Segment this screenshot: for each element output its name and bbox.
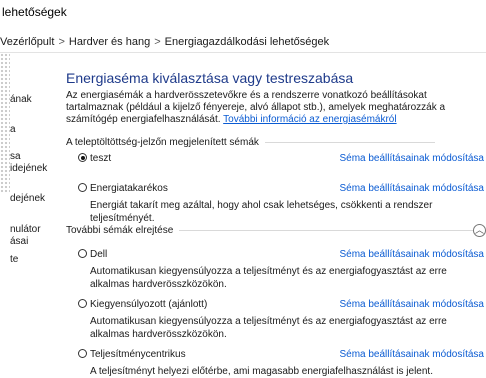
plan-name[interactable]: Kiegyensúlyozott (ajánlott) <box>90 299 207 310</box>
plan-description: A teljesítményt helyezi előtérbe, ami ma… <box>90 366 433 377</box>
plan-description: Energiát takarít meg azáltal, hogy ahol … <box>90 200 433 224</box>
plan-radio[interactable] <box>78 349 87 358</box>
section-divider <box>264 142 435 143</box>
change-plan-settings-link[interactable]: Séma beállításainak módosítása <box>339 298 484 312</box>
chevron-up-icon[interactable]: ︿ <box>473 224 486 237</box>
plan-item: Teljesítménycentrikus Séma beállításaina… <box>78 348 484 378</box>
section-title[interactable]: További sémák elrejtése <box>66 225 173 236</box>
plan-name[interactable]: teszt <box>90 153 111 164</box>
change-plan-settings-link[interactable]: Séma beállításainak módosítása <box>339 182 484 196</box>
plan-name[interactable]: Teljesítménycentrikus <box>90 349 186 360</box>
main-content: Energiaséma kiválasztása vagy testreszab… <box>0 0 486 377</box>
plan-item: teszt Séma beállításainak módosítása <box>78 152 484 166</box>
page-title: Energiaséma kiválasztása vagy testreszab… <box>66 70 354 86</box>
change-plan-settings-link[interactable]: Séma beállításainak módosítása <box>339 348 484 362</box>
plan-name[interactable]: Energiatakarékos <box>90 183 168 194</box>
plan-description: Automatikusan kiegyensúlyozza a teljesít… <box>90 316 447 340</box>
section-battery-plans: A teleptöltöttség-jelzőn megjelenített s… <box>66 137 435 148</box>
section-hidden-plans[interactable]: További sémák elrejtése <box>66 225 480 236</box>
change-plan-settings-link[interactable]: Séma beállításainak módosítása <box>339 152 484 166</box>
plan-name[interactable]: Dell <box>90 249 107 260</box>
plan-item: Dell Séma beállításainak módosítása Auto… <box>78 248 484 291</box>
section-title: A teleptöltöttség-jelzőn megjelenített s… <box>66 137 259 148</box>
plan-radio[interactable] <box>78 183 87 192</box>
plan-radio-selected[interactable] <box>78 153 87 162</box>
plan-radio[interactable] <box>78 249 87 258</box>
section-divider <box>179 230 480 231</box>
page-description: Az energiasémák a hardverösszetevőkre és… <box>66 90 484 126</box>
plan-item: Energiatakarékos Séma beállításainak mód… <box>78 182 484 225</box>
plan-description: Automatikusan kiegyensúlyozza a teljesít… <box>90 266 447 290</box>
plan-item: Kiegyensúlyozott (ajánlott) Séma beállít… <box>78 298 484 341</box>
learn-more-link[interactable]: További információ az energiasémákról <box>223 114 396 125</box>
plan-radio[interactable] <box>78 299 87 308</box>
change-plan-settings-link[interactable]: Séma beállításainak módosítása <box>339 248 484 262</box>
